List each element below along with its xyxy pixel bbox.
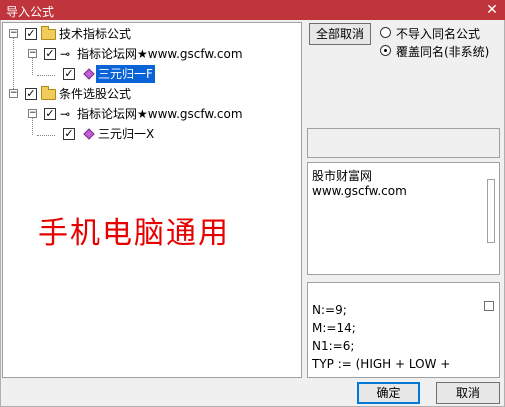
formula-gem-icon [83, 128, 95, 140]
close-icon[interactable]: ✕ [479, 0, 505, 20]
checkbox-formula-f[interactable]: ✓ [63, 68, 75, 80]
tree-node-label: 指标论坛网★www.gscfw.com [77, 47, 243, 61]
radio-no-import[interactable] [380, 27, 391, 38]
description-panel[interactable]: 股市财富网 www.gscfw.com [307, 162, 500, 275]
scroll-indicator[interactable] [484, 301, 494, 311]
description-line: www.gscfw.com [312, 184, 407, 198]
code-line: TYP := (HIGH + LOW + [312, 357, 451, 371]
watermark-text: 手机电脑通用 [38, 216, 230, 251]
collapse-icon[interactable]: − [9, 29, 18, 38]
tree-node-label: 三元归一F [96, 65, 155, 83]
cancel-button[interactable]: 取消 [436, 382, 500, 404]
info-panel [307, 128, 500, 158]
ok-button[interactable]: 确定 [357, 382, 420, 404]
code-line: N1:=6; [312, 339, 355, 353]
key-icon: ⊸ [60, 47, 71, 61]
checkbox-forum-1[interactable]: ✓ [44, 48, 56, 60]
collapse-icon[interactable]: − [28, 109, 37, 118]
tree-node-label: 技术指标公式 [59, 27, 132, 41]
description-line: 股市财富网 [312, 169, 373, 183]
tree-connector [32, 55, 33, 75]
collapse-icon[interactable]: − [9, 89, 18, 98]
tree-node-label: 条件选股公式 [59, 87, 132, 101]
checkbox-screening[interactable]: ✓ [25, 88, 37, 100]
key-icon: ⊸ [60, 107, 71, 121]
code-line: N:=9; [312, 303, 347, 317]
cancel-all-button[interactable]: 全部取消 [309, 23, 371, 45]
title-bar: 导入公式 ✕ [0, 0, 505, 20]
tree-node-label: 指标论坛网★www.gscfw.com [77, 107, 243, 121]
formula-gem-icon [83, 68, 95, 80]
tree-node-label: 三元归一X [98, 127, 155, 141]
tree-connector [37, 75, 55, 76]
window-title: 导入公式 [6, 5, 55, 19]
radio-overwrite-label[interactable]: 覆盖同名(非系统) [396, 43, 489, 60]
code-line: M:=14; [312, 321, 356, 335]
checkbox-formula-x[interactable]: ✓ [63, 128, 75, 140]
checkbox-technical[interactable]: ✓ [25, 28, 37, 40]
formula-tree[interactable]: − ✓ 技术指标公式 − ✓ ⊸ 指标论坛网★www.gscfw.com ✓ 三… [2, 22, 302, 378]
radio-overwrite[interactable] [380, 45, 391, 56]
folder-icon [41, 86, 56, 100]
folder-icon [41, 26, 56, 40]
radio-no-import-label[interactable]: 不导入同名公式 [396, 25, 480, 42]
tree-connector [32, 115, 33, 135]
vertical-scrollbar[interactable] [487, 179, 495, 243]
formula-code-panel[interactable]: N:=9; M:=14; N1:=6; TYP := (HIGH + LOW + [307, 282, 500, 378]
collapse-icon[interactable]: − [28, 49, 37, 58]
tree-connector [37, 135, 55, 136]
checkbox-forum-2[interactable]: ✓ [44, 108, 56, 120]
